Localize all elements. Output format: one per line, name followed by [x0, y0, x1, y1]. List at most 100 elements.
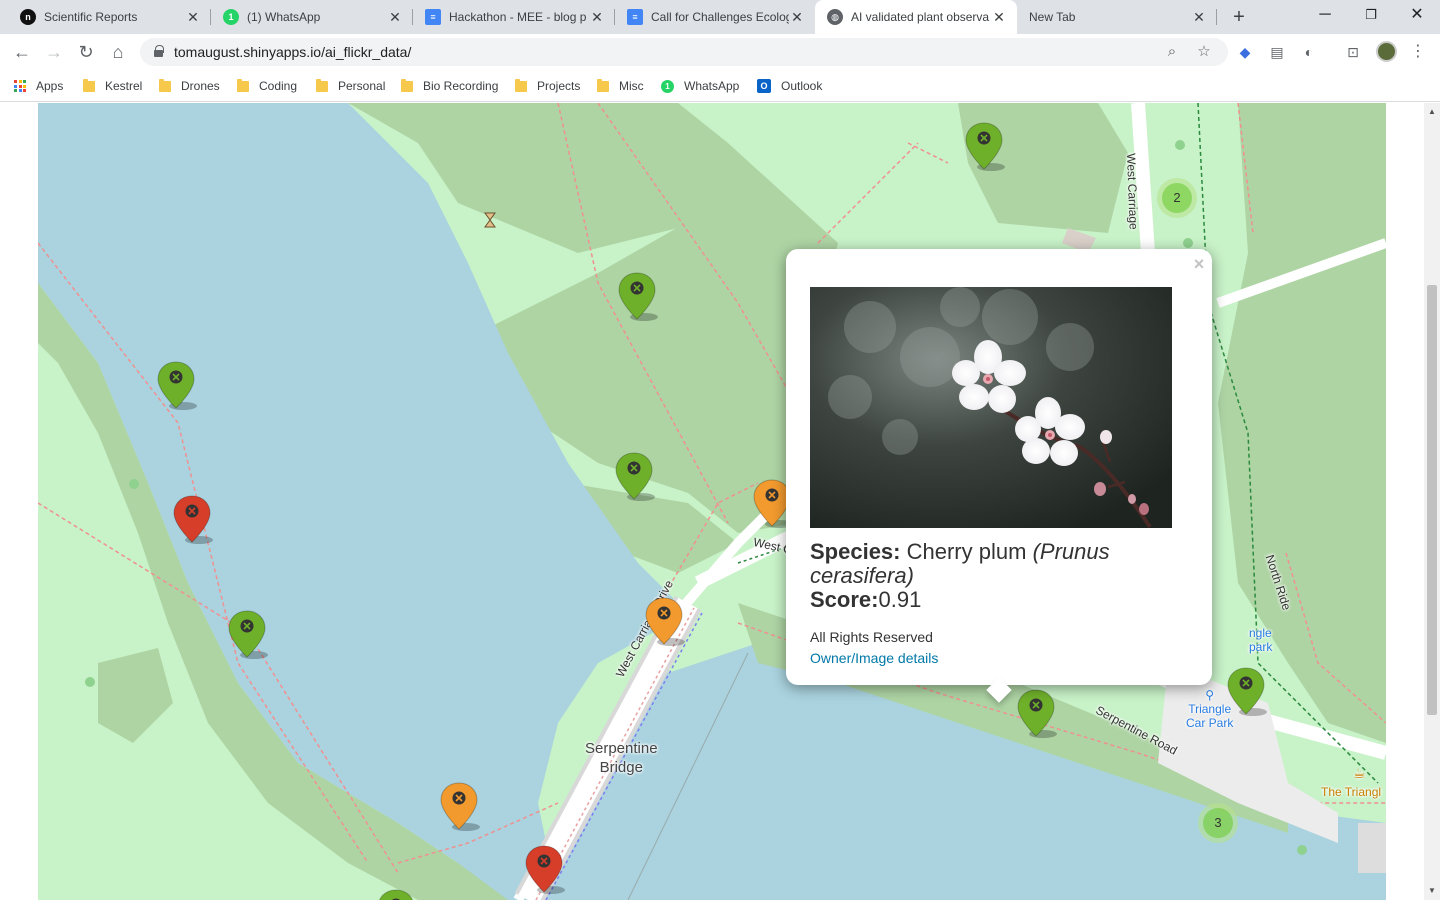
bookmark-bio-recording[interactable]: Bio Recording — [401, 76, 498, 96]
bookmark-personal[interactable]: Personal — [316, 76, 385, 96]
map-marker-green[interactable] — [157, 360, 197, 410]
extension-page-icon[interactable]: ▤ — [1267, 42, 1287, 62]
address-bar[interactable]: tomaugust.shinyapps.io/ai_flickr_data/ ⌕… — [140, 38, 1228, 66]
cherry-plum-blossom-image — [810, 287, 1172, 528]
globe-icon: ◍ — [827, 9, 843, 25]
folder-icon — [237, 78, 249, 92]
bookmark-drones[interactable]: Drones — [159, 76, 220, 96]
marker-cluster[interactable]: 3 — [1198, 803, 1238, 843]
restore-icon[interactable]: ❐ — [1348, 0, 1394, 30]
bookmark-coding[interactable]: Coding — [237, 76, 297, 96]
folder-icon — [316, 78, 328, 92]
close-tab-icon[interactable]: ✕ — [789, 9, 805, 26]
tab-hackathon[interactable]: ≡ Hackathon - MEE - blog p ✕ — [413, 0, 615, 34]
plant-photo[interactable] — [810, 287, 1172, 528]
bookmark-label: Apps — [36, 79, 64, 93]
close-tab-icon[interactable]: ✕ — [185, 9, 201, 26]
map-marker-green[interactable] — [965, 121, 1005, 171]
bookmark-label: Projects — [537, 79, 581, 93]
tab-ai-validated[interactable]: ◍ AI validated plant observa ✕ — [815, 0, 1017, 34]
popup-close-button[interactable]: × — [1190, 255, 1208, 273]
tab-title: New Tab — [1029, 10, 1076, 24]
url-text[interactable]: tomaugust.shinyapps.io/ai_flickr_data/ — [174, 44, 411, 60]
minimize-icon[interactable]: ─ — [1302, 0, 1348, 30]
map-label-the-triangle: ☕ The Triangl — [1321, 765, 1382, 799]
map-label-triangle-partial: ngle park — [1249, 626, 1272, 654]
page-content: Serpentine Bridge West Carriage Drive We… — [0, 103, 1440, 900]
zoom-icon[interactable]: ⌕ — [1162, 42, 1182, 62]
extension-circle-icon[interactable]: ◐ — [1299, 42, 1319, 62]
close-window-icon[interactable]: ✕ — [1394, 0, 1440, 30]
cluster-count: 2 — [1162, 183, 1192, 213]
bookmark-misc[interactable]: Misc — [597, 76, 644, 96]
folder-icon — [515, 78, 527, 92]
bookmark-label: WhatsApp — [684, 79, 740, 93]
close-tab-icon[interactable]: ✕ — [589, 9, 605, 26]
folder-icon — [159, 78, 171, 92]
lock-icon[interactable] — [154, 45, 164, 57]
reload-icon[interactable]: ↻ — [72, 38, 100, 66]
tab-title: (1) WhatsApp — [247, 10, 321, 24]
bookmark-kestrel[interactable]: Kestrel — [83, 76, 142, 96]
folder-icon — [83, 78, 95, 92]
close-tab-icon[interactable]: ✕ — [1191, 9, 1207, 26]
species-common-name: Cherry plum — [906, 539, 1027, 564]
map-label-text: Bridge — [599, 759, 643, 776]
bookmark-label: Coding — [259, 79, 298, 93]
whatsapp-icon: 1 — [661, 79, 674, 93]
bookmark-projects[interactable]: Projects — [515, 76, 580, 96]
species-text: Species: Cherry plum (Prunus cerasifera)… — [810, 540, 1190, 612]
map-label-text: Car Park — [1186, 716, 1234, 730]
map-marker-red[interactable] — [525, 844, 565, 894]
docs-icon: ≡ — [425, 9, 441, 25]
bookmarks-bar: Apps Kestrel Drones Coding Personal Bio … — [0, 70, 1440, 102]
bookmark-outlook[interactable]: O Outlook — [757, 76, 822, 96]
cast-icon[interactable]: ⊡ — [1343, 42, 1363, 62]
bicycle-icon: ⚲ — [1205, 688, 1215, 702]
map-label-text: Serpentine — [585, 740, 658, 757]
map-marker-orange[interactable] — [440, 781, 480, 831]
owner-image-details-link[interactable]: Owner/Image details — [810, 650, 938, 666]
tab-whatsapp[interactable]: 1 (1) WhatsApp ✕ — [211, 0, 413, 34]
tab-title: Scientific Reports — [44, 10, 138, 24]
tab-call-for-challenges[interactable]: ≡ Call for Challenges Ecolog ✕ — [615, 0, 815, 34]
bookmark-label: Bio Recording — [423, 79, 499, 93]
menu-kebab-icon[interactable]: ⋮ — [1408, 42, 1428, 62]
scroll-up-arrow-icon[interactable]: ▲ — [1424, 105, 1440, 119]
scrollbar-thumb[interactable] — [1427, 285, 1437, 715]
cafe-cup-icon: ☕ — [1353, 765, 1366, 781]
back-arrow-icon[interactable]: ← — [8, 38, 36, 66]
score-label: Score: — [810, 587, 879, 612]
marker-cluster[interactable]: 2 — [1157, 178, 1197, 218]
map-marker-red[interactable] — [173, 494, 213, 544]
rights-text: All Rights Reserved — [810, 629, 933, 645]
profile-avatar[interactable] — [1376, 41, 1397, 62]
bookmark-apps[interactable]: Apps — [14, 76, 63, 96]
map-marker-green[interactable] — [1017, 688, 1057, 738]
close-tab-icon[interactable]: ✕ — [387, 9, 403, 26]
forward-arrow-icon[interactable]: → — [40, 38, 68, 66]
scroll-down-arrow-icon[interactable]: ▼ — [1424, 884, 1440, 898]
home-icon[interactable]: ⌂ — [104, 38, 132, 66]
bookmark-whatsapp[interactable]: 1 WhatsApp — [661, 76, 739, 96]
tab-scientific-reports[interactable]: n Scientific Reports ✕ — [8, 0, 211, 34]
folder-icon — [401, 78, 413, 92]
new-tab-plus-icon[interactable]: + — [1225, 5, 1253, 29]
map-marker-green[interactable] — [377, 888, 415, 900]
map-marker-orange[interactable] — [645, 596, 685, 646]
docs-icon: ≡ — [627, 9, 643, 25]
map-marker-green[interactable] — [1227, 666, 1267, 716]
map-marker-green[interactable] — [615, 451, 655, 501]
map-label-text: The Triangl — [1321, 785, 1382, 799]
map-marker-green[interactable] — [228, 609, 268, 659]
bookmark-star-icon[interactable]: ☆ — [1194, 42, 1214, 62]
close-tab-icon[interactable]: ✕ — [991, 9, 1007, 26]
tab-strip: n Scientific Reports ✕ 1 (1) WhatsApp ✕ … — [0, 0, 1440, 34]
extension-diamond-icon[interactable]: ◆ — [1235, 42, 1255, 62]
bookmark-label: Misc — [619, 79, 644, 93]
outlook-icon: O — [757, 79, 771, 93]
map-marker-green[interactable] — [618, 271, 658, 321]
species-label: Species: — [810, 539, 901, 564]
bookmark-label: Outlook — [781, 79, 823, 93]
tab-new-tab[interactable]: New Tab ✕ — [1017, 0, 1217, 34]
